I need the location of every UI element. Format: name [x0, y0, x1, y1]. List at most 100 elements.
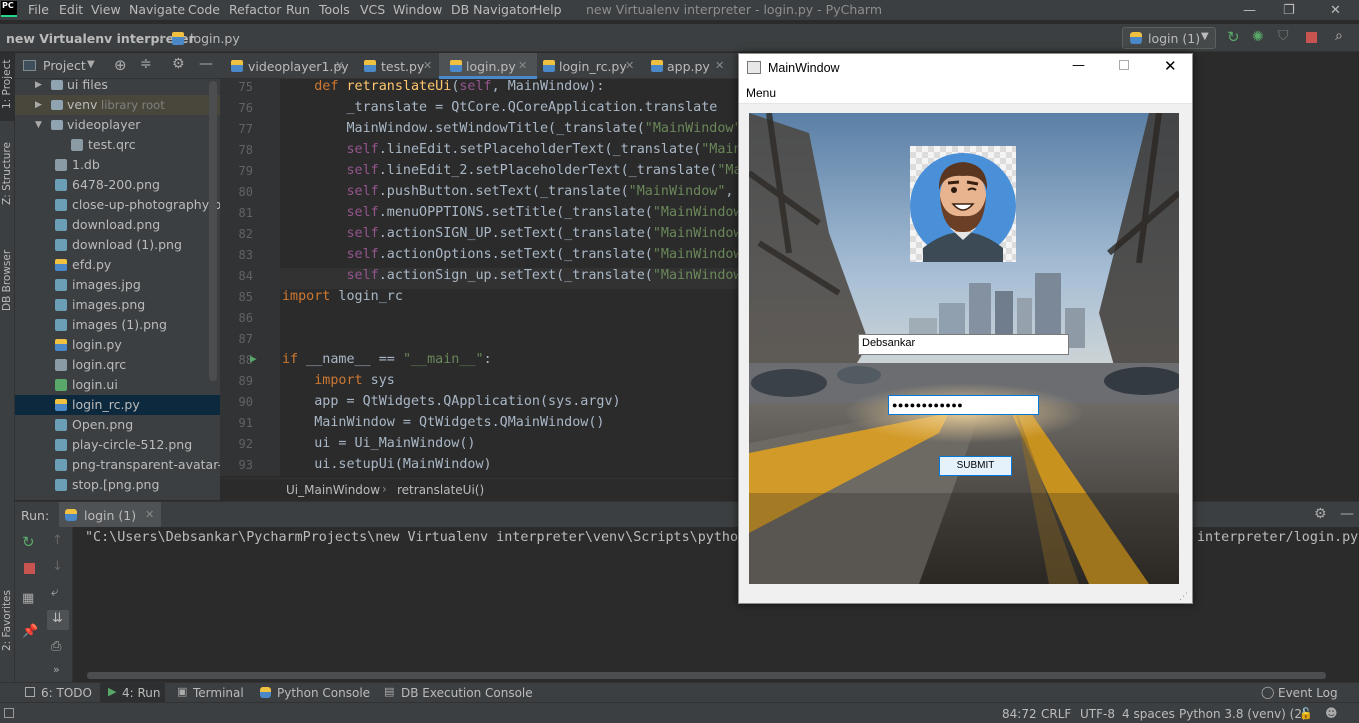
menu-vcs[interactable]: VCS [360, 2, 385, 17]
close-tab-icon[interactable]: ✕ [518, 59, 527, 72]
gear-icon[interactable]: ⚙ [172, 56, 185, 72]
tab-login-rc[interactable]: login_rc.py ✕ [537, 53, 645, 79]
submit-button[interactable]: SUBMIT [939, 456, 1012, 476]
breadcrumb-project[interactable]: new Virtualenv interpreter [6, 31, 195, 46]
menu-file[interactable]: File [28, 2, 49, 17]
event-log-tool-button[interactable]: Event Log [1278, 686, 1338, 700]
file-encoding[interactable]: UTF-8 [1080, 707, 1115, 721]
scroll-to-end-toggle[interactable]: ⇊ [47, 610, 69, 630]
interpreter-setting[interactable]: Python 3.8 (venv) (2) [1179, 707, 1307, 721]
tab-videoplayer1[interactable]: videoplayer1.py ✕ [220, 53, 353, 79]
lock-icon[interactable]: 🔓 [1299, 707, 1313, 720]
print-icon[interactable]: ⎙ [51, 639, 61, 654]
indent-setting[interactable]: 4 spaces [1122, 707, 1175, 721]
hide-panel-icon[interactable]: — [1340, 506, 1354, 522]
run-config-select[interactable]: login (1) ▼ [1122, 27, 1216, 49]
arrow-down-icon[interactable]: ↓ [52, 559, 63, 574]
tree-item[interactable]: play-circle-512.png [15, 435, 220, 455]
tab-app[interactable]: app.py ✕ [645, 53, 738, 79]
line-separator[interactable]: CRLF [1041, 707, 1071, 721]
caret-position[interactable]: 84:72 [1002, 707, 1037, 721]
tree-item[interactable]: Open.png [15, 415, 220, 435]
username-input[interactable]: Debsankar [858, 334, 1069, 355]
console-scrollbar[interactable] [87, 672, 1326, 679]
tree-item[interactable]: login_rc.py [15, 395, 220, 415]
code-editor[interactable]: def retranslateUi(self, MainWindow): _tr… [280, 79, 738, 476]
collapse-all-icon[interactable]: ≑ [140, 56, 152, 72]
maximize-icon[interactable] [1119, 60, 1129, 70]
close-tab-icon[interactable]: ✕ [335, 59, 344, 72]
layout-toggle-icon[interactable] [4, 708, 14, 718]
close-tab-icon[interactable]: ✕ [423, 59, 432, 72]
tree-item[interactable]: images.png [15, 295, 220, 315]
tree-item[interactable]: close-up-photography-of-r [15, 195, 220, 215]
chevron-down-icon[interactable]: ▼ [35, 120, 42, 130]
debug-icon[interactable]: ✺ [1252, 29, 1264, 45]
app-title-bar[interactable]: MainWindow — ✕ [739, 54, 1192, 82]
gear-icon[interactable]: ⚙ [1314, 506, 1327, 522]
pin-icon[interactable]: 📌 [22, 624, 38, 639]
resize-grip-icon[interactable]: ⋰ [1179, 592, 1188, 602]
locate-icon[interactable]: ⊕ [114, 56, 127, 74]
tree-item[interactable]: ▶ venv library root [15, 95, 220, 115]
menu-window[interactable]: Window [393, 2, 442, 17]
rerun-icon[interactable]: ↻ [1227, 28, 1240, 46]
menu-db-navigator[interactable]: DB Navigator [451, 2, 534, 17]
close-icon[interactable]: ✕ [1330, 3, 1341, 18]
run-tool-button[interactable]: 4: Run [122, 686, 161, 700]
breadcrumb-class[interactable]: Ui_MainWindow [286, 483, 380, 497]
tree-item[interactable]: images.jpg [15, 275, 220, 295]
close-tab-icon[interactable]: ✕ [715, 59, 724, 72]
hide-panel-icon[interactable]: — [199, 56, 213, 72]
tree-item[interactable]: ▶ ui files [15, 79, 220, 95]
run-gutter-icon[interactable]: ▶ [250, 352, 257, 365]
minimize-icon[interactable]: — [1072, 58, 1085, 73]
tree-item[interactable]: download.png [15, 215, 220, 235]
app-menu-item[interactable]: Menu [746, 86, 776, 100]
minimize-icon[interactable]: — [1243, 3, 1256, 18]
close-tab-icon[interactable]: ✕ [625, 59, 634, 72]
db-console-tool-button[interactable]: DB Execution Console [401, 686, 533, 700]
tree-item[interactable]: png-transparent-avatar-use [15, 455, 220, 475]
favorites-tool-label[interactable]: 2: Favorites [1, 590, 13, 651]
stop-icon[interactable] [1306, 32, 1317, 43]
run-tab[interactable]: login (1) ✕ [59, 502, 161, 528]
tree-scrollbar[interactable] [209, 81, 217, 381]
menu-help[interactable]: Help [533, 2, 562, 17]
db-browser-tool-label[interactable]: DB Browser [1, 250, 13, 311]
stop-icon[interactable] [24, 563, 35, 574]
chevron-right-icon[interactable]: ▶ [35, 80, 42, 90]
python-console-tool-button[interactable]: Python Console [277, 686, 370, 700]
tree-item[interactable]: efd.py [15, 255, 220, 275]
tree-item[interactable]: ▼ videoplayer [15, 115, 220, 135]
menu-refactor[interactable]: Refactor [229, 2, 281, 17]
menu-code[interactable]: Code [188, 2, 220, 17]
menu-view[interactable]: View [91, 2, 121, 17]
tree-item[interactable]: 6478-200.png [15, 175, 220, 195]
tree-item[interactable]: 1.db [15, 155, 220, 175]
tree-item[interactable]: login.qrc [15, 355, 220, 375]
project-panel-title[interactable]: Project [43, 58, 86, 73]
rerun-icon[interactable]: ↻ [22, 533, 35, 551]
breadcrumb-method[interactable]: retranslateUi() [397, 483, 484, 497]
chevron-right-icon[interactable]: ▶ [35, 100, 42, 110]
password-input[interactable]: ●●●●●●●●●●●● [888, 395, 1039, 415]
project-tool-label[interactable]: 1: Project [1, 60, 13, 109]
tree-item[interactable]: stop.[png.png [15, 475, 220, 495]
menu-navigate[interactable]: Navigate [129, 2, 185, 17]
todo-tool-button[interactable]: 6: TODO [41, 686, 92, 700]
close-tab-icon[interactable]: ✕ [145, 508, 154, 521]
tab-login[interactable]: login.py ✕ [439, 53, 537, 79]
menu-edit[interactable]: Edit [59, 2, 83, 17]
menu-run[interactable]: Run [286, 2, 310, 17]
layout-icon[interactable]: ▦ [22, 591, 34, 606]
more-icon[interactable]: » [53, 663, 60, 676]
tree-item[interactable]: test.qrc [15, 135, 220, 155]
tree-item[interactable]: images (1).png [15, 315, 220, 335]
restore-icon[interactable]: ❐ [1283, 3, 1295, 18]
breadcrumb-file[interactable]: login.py [190, 31, 240, 46]
menu-tools[interactable]: Tools [319, 2, 350, 17]
chevron-down-icon[interactable]: ▼ [87, 59, 95, 70]
arrow-up-icon[interactable]: ↑ [52, 533, 63, 548]
close-icon[interactable]: ✕ [1164, 57, 1177, 75]
